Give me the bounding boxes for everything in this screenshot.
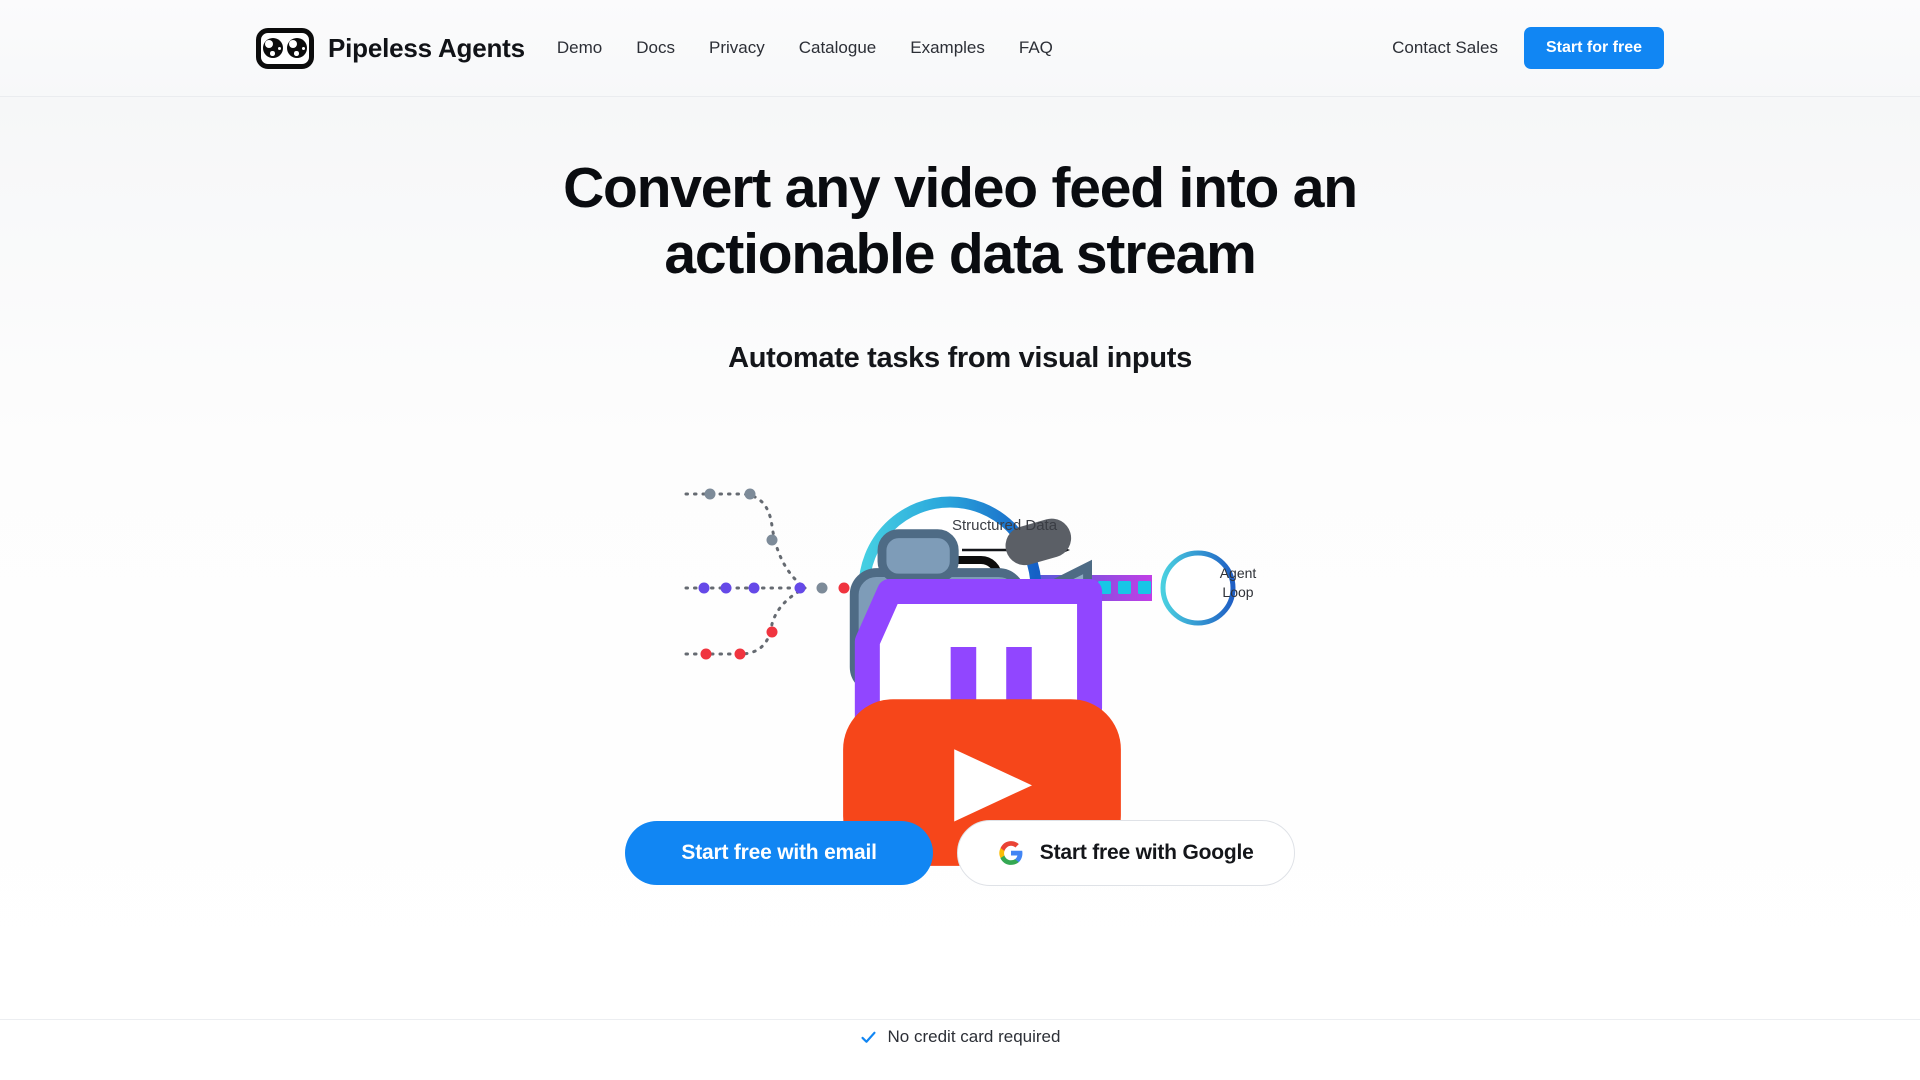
start-for-free-button[interactable]: Start for free xyxy=(1523,27,1664,69)
no-credit-card-note: No credit card required xyxy=(0,1027,1920,1047)
headline-line-2: actionable data stream xyxy=(664,222,1257,287)
header-actions: Contact Sales Start for free xyxy=(1392,27,1664,69)
pipeline-diagram: Structured Data Agent Loop xyxy=(600,442,1320,866)
nav-item-demo[interactable]: Demo xyxy=(557,38,602,58)
brand-logo[interactable]: Pipeless Agents xyxy=(256,27,525,69)
nav-item-faq[interactable]: FAQ xyxy=(1019,38,1053,58)
hero-section: Convert any video feed into an actionabl… xyxy=(0,97,1920,1046)
start-free-with-google-button[interactable]: Start free with Google xyxy=(956,820,1295,886)
cta-buttons: Start free with email Start free with Go… xyxy=(0,820,1920,886)
start-free-with-email-button[interactable]: Start free with email xyxy=(625,821,933,885)
landing-page: Pipeless Agents Demo Docs Privacy Catalo… xyxy=(0,0,1920,1080)
nav-item-examples[interactable]: Examples xyxy=(910,38,985,58)
logo-eye-left xyxy=(263,38,283,58)
contact-sales-link[interactable]: Contact Sales xyxy=(1392,38,1498,58)
agent-loop-line-1: Agent xyxy=(1219,565,1257,581)
agent-loop-label: Agent Loop xyxy=(1195,564,1281,602)
structured-data-label: Structured Data xyxy=(952,517,1058,534)
nav-item-privacy[interactable]: Privacy xyxy=(709,38,765,58)
check-icon xyxy=(860,1031,876,1043)
page-title: Convert any video feed into an actionabl… xyxy=(0,155,1920,287)
google-g-icon xyxy=(999,841,1023,865)
site-header: Pipeless Agents Demo Docs Privacy Catalo… xyxy=(0,0,1920,97)
no-credit-card-label: No credit card required xyxy=(887,1027,1061,1046)
nav-item-catalogue[interactable]: Catalogue xyxy=(799,38,877,58)
section-divider xyxy=(0,1019,1920,1020)
main-nav: Demo Docs Privacy Catalogue Examples FAQ xyxy=(557,38,1053,58)
headline-line-1: Convert any video feed into an xyxy=(563,156,1358,220)
agent-loop-line-2: Loop xyxy=(1222,583,1254,600)
brand-name: Pipeless Agents xyxy=(328,32,525,63)
logo-eye-right xyxy=(287,38,307,58)
nav-item-docs[interactable]: Docs xyxy=(636,38,675,58)
google-button-label: Start free with Google xyxy=(1039,841,1254,864)
pipeless-logo-icon xyxy=(256,27,314,69)
page-subtitle: Automate tasks from visual inputs xyxy=(728,342,1192,374)
